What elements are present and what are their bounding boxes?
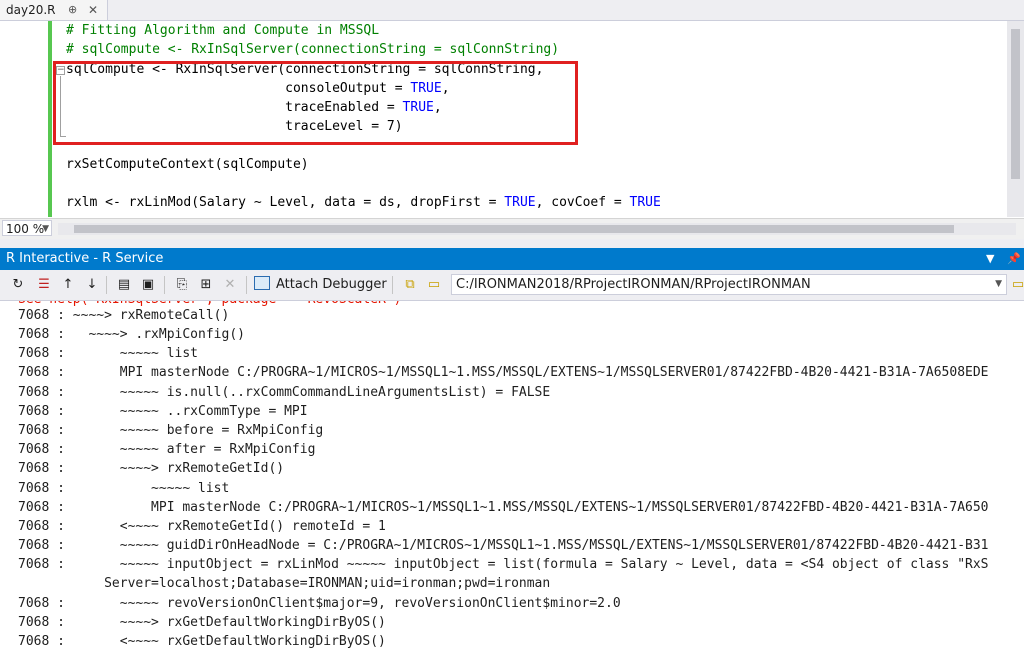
open-script-icon[interactable]: ⊞: [198, 277, 214, 293]
editor-vertical-scrollbar[interactable]: [1007, 21, 1024, 217]
console-line: 7068 : ~~~~> rxRemoteGetId(): [18, 461, 285, 476]
history-up-icon[interactable]: ↑: [60, 277, 76, 293]
console-line: 7068 : <~~~~ rxRemoteGetId() remoteId = …: [18, 519, 386, 534]
keyword-true: TRUE: [504, 195, 536, 210]
interrupt-icon[interactable]: ✕: [222, 277, 238, 293]
change-marker: [48, 21, 52, 217]
working-directory-icon[interactable]: ⧉: [402, 277, 418, 293]
code-line-1: # Fitting Algorithm and Compute in MSSQL: [66, 23, 380, 38]
editor-horizontal-scrollbar[interactable]: [58, 223, 1016, 235]
toolbar-separator: [164, 276, 165, 294]
console-line: 7068 : <~~~~ rxGetDefaultWorkingDirByOS(…: [18, 634, 386, 649]
save-workspace-icon[interactable]: ▣: [140, 277, 156, 293]
debugger-icon: [254, 276, 270, 290]
highlight-annotation-box: [53, 61, 578, 145]
code-line-10: rxlm <- rxLinMod(Salary ~ Level, data = …: [66, 193, 661, 212]
console-line: 7068 : ~~~~~ before = RxMpiConfig: [18, 423, 324, 438]
code-line-8: rxSetComputeContext(sqlCompute): [66, 157, 309, 172]
tool-window-title-bar: R Interactive - R Service ▼ 📌: [0, 248, 1024, 270]
code-text: , covCoef =: [535, 195, 630, 210]
attach-debugger-button[interactable]: Attach Debugger: [254, 275, 387, 295]
auto-hide-pin-icon[interactable]: 📌: [1007, 248, 1021, 270]
console-line: 7068 : ~~~~~ inputObject = rxLinMod ~~~~…: [18, 557, 989, 572]
console-line: 7068 : ~~~~> .rxMpiConfig(): [18, 327, 245, 342]
console-line: 7068 : ~~~~~ ..rxCommType = MPI: [18, 404, 308, 419]
console-line: 7068 : ~~~~~ is.null(..rxCommCommandLine…: [18, 385, 551, 400]
tab-title: day20.R: [6, 3, 56, 17]
pin-icon[interactable]: ⊕: [68, 0, 77, 20]
console-line: 7068 : ~~~~~ guidDirOnHeadNode = C:/PROG…: [18, 538, 989, 553]
console-line: 7068 : ~~~~~ revoVersionOnClient$major=9…: [18, 596, 621, 611]
tool-window-title: R Interactive - R Service: [6, 251, 164, 266]
editor-tab-strip: day20.R ⊕ ✕: [0, 0, 1024, 21]
folder-icon[interactable]: ▭: [426, 277, 442, 293]
toolbar-separator: [246, 276, 247, 294]
keyword-true: TRUE: [629, 195, 661, 210]
console-line: Server=localhost;Database=IRONMAN;uid=ir…: [18, 576, 551, 591]
zoom-value: 100 %: [6, 222, 45, 236]
history-down-icon[interactable]: ↓: [84, 277, 100, 293]
console-line: 7068 : ~~~~~ after = RxMpiConfig: [18, 442, 316, 457]
tab-day20-r[interactable]: day20.R ⊕ ✕: [0, 0, 108, 20]
interactive-toolbar: ↻ ☰ ↑ ↓ ▤ ▣ ⎘ ⊞ ✕ Attach Debugger ⧉ ▭ C:…: [0, 270, 1024, 301]
browse-folder-icon[interactable]: ▭: [1010, 277, 1024, 293]
console-line: 7068 : ~~~~> rxRemoteCall(): [18, 308, 230, 323]
toolbar-separator: [392, 276, 393, 294]
editor-status-bar: 100 % ▼: [0, 218, 1024, 239]
chevron-down-icon: ▼: [42, 224, 49, 234]
code-text: rxlm <- rxLinMod(Salary ~ Level, data = …: [66, 195, 505, 210]
code-editor[interactable]: − # Fitting Algorithm and Compute in MSS…: [0, 21, 1024, 217]
console-line: 7068 : ~~~~~ list: [18, 346, 199, 361]
console-line: 7068 : MPI masterNode C:/PROGRA~1/MICROS…: [18, 365, 989, 380]
new-script-icon[interactable]: ⎘: [174, 277, 190, 293]
window-menu-icon[interactable]: ▼: [986, 248, 994, 270]
working-directory-path: C:/IRONMAN2018/RProjectIRONMAN/RProjectI…: [456, 277, 811, 292]
zoom-dropdown[interactable]: 100 % ▼: [2, 220, 52, 236]
console-line: 7068 : ~~~~> rxGetDefaultWorkingDirByOS(…: [18, 615, 386, 630]
scrollbar-thumb[interactable]: [74, 225, 954, 233]
console-output[interactable]: See help('RxInSqlServer', package = 'Rev…: [0, 301, 1024, 649]
panel-splitter[interactable]: [0, 239, 1024, 248]
attach-debugger-label: Attach Debugger: [276, 277, 387, 292]
reset-icon[interactable]: ↻: [10, 277, 26, 293]
clear-icon[interactable]: ☰: [36, 277, 52, 293]
working-directory-dropdown[interactable]: C:/IRONMAN2018/RProjectIRONMAN/RProjectI…: [451, 274, 1007, 295]
close-icon[interactable]: ✕: [88, 0, 98, 20]
toolbar-separator: [106, 276, 107, 294]
code-line-2: # sqlCompute <- RxInSqlServer(connection…: [66, 42, 560, 57]
scrollbar-thumb[interactable]: [1011, 29, 1020, 179]
console-line: 7068 : MPI masterNode C:/PROGRA~1/MICROS…: [18, 500, 989, 515]
chevron-down-icon: ▼: [995, 279, 1002, 289]
load-workspace-icon[interactable]: ▤: [116, 277, 132, 293]
console-line: 7068 : ~~~~~ list: [18, 481, 230, 496]
